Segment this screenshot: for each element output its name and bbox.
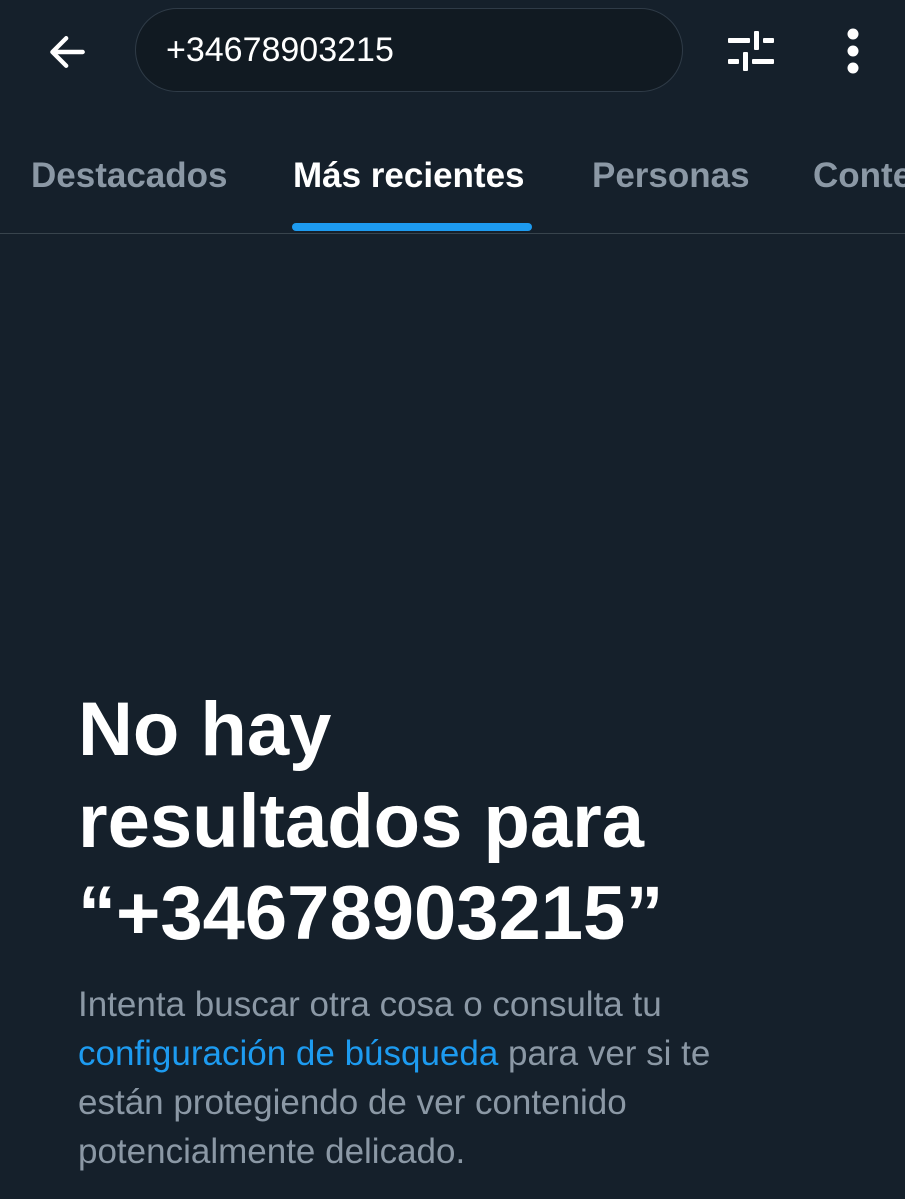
no-results-title-line-2: resultados para — [78, 779, 644, 864]
no-results-title-line-1: No hay — [78, 687, 332, 772]
tab-personas[interactable]: Personas — [592, 156, 750, 196]
active-tab-indicator — [292, 223, 532, 231]
no-results-message: Intenta buscar otra cosa o consulta tu c… — [78, 980, 778, 1176]
more-vertical-icon — [847, 28, 859, 74]
search-tabs: Destacados Más recientes Personas Conten… — [0, 140, 905, 234]
tab-contenido-multimedia[interactable]: Contenido multimedia — [813, 156, 905, 196]
back-button[interactable] — [40, 24, 96, 80]
arrow-left-icon — [50, 36, 85, 68]
no-results-title-line-3: “+34678903215” — [78, 871, 664, 956]
sliders-icon — [728, 31, 774, 71]
search-settings-link[interactable]: configuración de búsqueda — [78, 1034, 498, 1073]
more-options-button[interactable] — [826, 22, 880, 80]
search-input[interactable] — [166, 30, 646, 70]
tab-mas-recientes[interactable]: Más recientes — [293, 156, 525, 196]
tab-destacados[interactable]: Destacados — [31, 156, 227, 196]
top-bar — [0, 0, 905, 102]
no-results-title: No hay resultados para “+34678903215” — [78, 684, 858, 960]
search-box[interactable] — [135, 8, 683, 92]
no-results-message-before-link: Intenta buscar otra cosa o consulta tu — [78, 985, 662, 1024]
search-filter-button[interactable] — [720, 22, 782, 80]
